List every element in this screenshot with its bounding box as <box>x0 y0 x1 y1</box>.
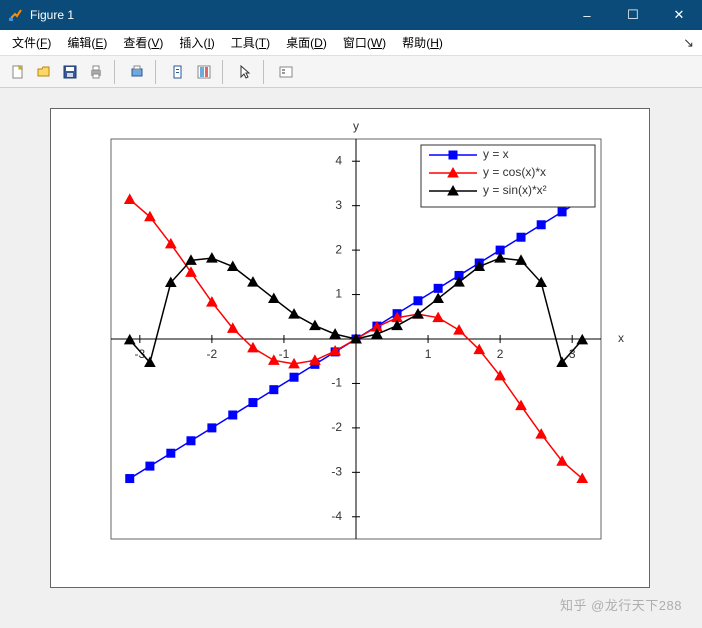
menu-desktop[interactable]: 桌面(D) <box>278 31 335 54</box>
svg-text:2: 2 <box>335 242 342 256</box>
svg-text:-3: -3 <box>331 465 342 479</box>
watermark: 知乎 @龙行天下288 <box>560 595 682 614</box>
menu-help[interactable]: 帮助(H) <box>394 31 451 54</box>
svg-text:3: 3 <box>335 198 342 212</box>
figure-canvas[interactable]: -3-2-1123-4-3-2-11234xyy = xy = cos(x)*x… <box>0 88 702 628</box>
axes[interactable]: -3-2-1123-4-3-2-11234xyy = xy = cos(x)*x… <box>50 108 650 588</box>
svg-text:1: 1 <box>335 287 342 301</box>
save-button[interactable] <box>58 60 82 84</box>
svg-text:-2: -2 <box>207 347 218 361</box>
svg-text:y = cos(x)*x: y = cos(x)*x <box>483 165 546 179</box>
menu-tools[interactable]: 工具(T) <box>223 31 278 54</box>
undock-icon[interactable]: ↘ <box>683 35 694 51</box>
window-title: Figure 1 <box>30 8 564 22</box>
menubar: 文件(F) 编辑(E) 查看(V) 插入(I) 工具(T) 桌面(D) 窗口(W… <box>0 30 702 56</box>
titlebar: Figure 1 – ☐ ✕ <box>0 0 702 30</box>
svg-text:-4: -4 <box>331 509 342 523</box>
maximize-button[interactable]: ☐ <box>610 0 656 30</box>
toolbar-separator <box>263 60 270 84</box>
insert-legend-button[interactable] <box>274 60 298 84</box>
link-button[interactable] <box>166 60 190 84</box>
svg-text:1: 1 <box>425 347 432 361</box>
svg-text:y = x: y = x <box>483 147 509 161</box>
toolbar-separator <box>222 60 229 84</box>
svg-text:-3: -3 <box>134 347 145 361</box>
menu-window[interactable]: 窗口(W) <box>335 31 394 54</box>
svg-text:2: 2 <box>497 347 504 361</box>
svg-text:4: 4 <box>335 153 342 167</box>
matlab-icon <box>8 7 24 23</box>
menu-edit[interactable]: 编辑(E) <box>59 31 115 54</box>
svg-text:-2: -2 <box>331 420 342 434</box>
print-preview-button[interactable] <box>125 60 149 84</box>
open-button[interactable] <box>32 60 56 84</box>
new-file-button[interactable] <box>6 60 30 84</box>
menu-file[interactable]: 文件(F) <box>4 31 59 54</box>
toolbar-separator <box>114 60 121 84</box>
toolbar-separator <box>155 60 162 84</box>
svg-text:y = sin(x)*x²: y = sin(x)*x² <box>483 183 547 197</box>
toolbar <box>0 56 702 88</box>
print-button[interactable] <box>84 60 108 84</box>
menu-view[interactable]: 查看(V) <box>115 31 171 54</box>
svg-text:y: y <box>353 119 359 133</box>
svg-text:-1: -1 <box>331 376 342 390</box>
menu-insert[interactable]: 插入(I) <box>171 31 222 54</box>
colorbar-button[interactable] <box>192 60 216 84</box>
svg-text:x: x <box>618 331 624 345</box>
close-button[interactable]: ✕ <box>656 0 702 30</box>
pointer-button[interactable] <box>233 60 257 84</box>
svg-text:-1: -1 <box>279 347 290 361</box>
minimize-button[interactable]: – <box>564 0 610 30</box>
